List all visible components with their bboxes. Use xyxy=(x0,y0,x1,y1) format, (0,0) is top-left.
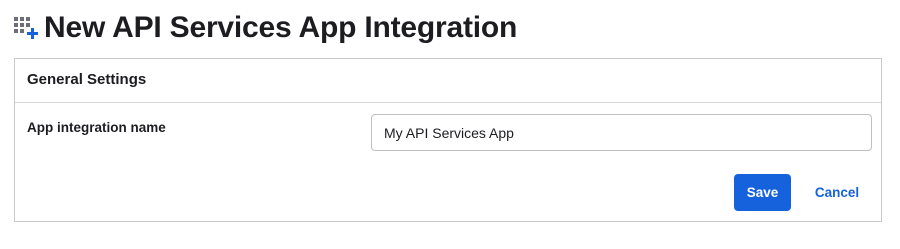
cancel-button[interactable]: Cancel xyxy=(805,174,869,211)
section-title: General Settings xyxy=(27,71,147,88)
page-header: New API Services App Integration xyxy=(14,8,517,48)
add-app-grid-icon xyxy=(14,15,40,41)
app-name-input[interactable] xyxy=(371,114,872,151)
page: New API Services App Integration General… xyxy=(0,0,900,249)
section-divider xyxy=(15,102,881,103)
general-settings-panel: General Settings App integration name Sa… xyxy=(14,58,882,222)
save-button[interactable]: Save xyxy=(734,174,791,211)
page-title: New API Services App Integration xyxy=(44,11,518,44)
app-name-label: App integration name xyxy=(27,120,166,135)
